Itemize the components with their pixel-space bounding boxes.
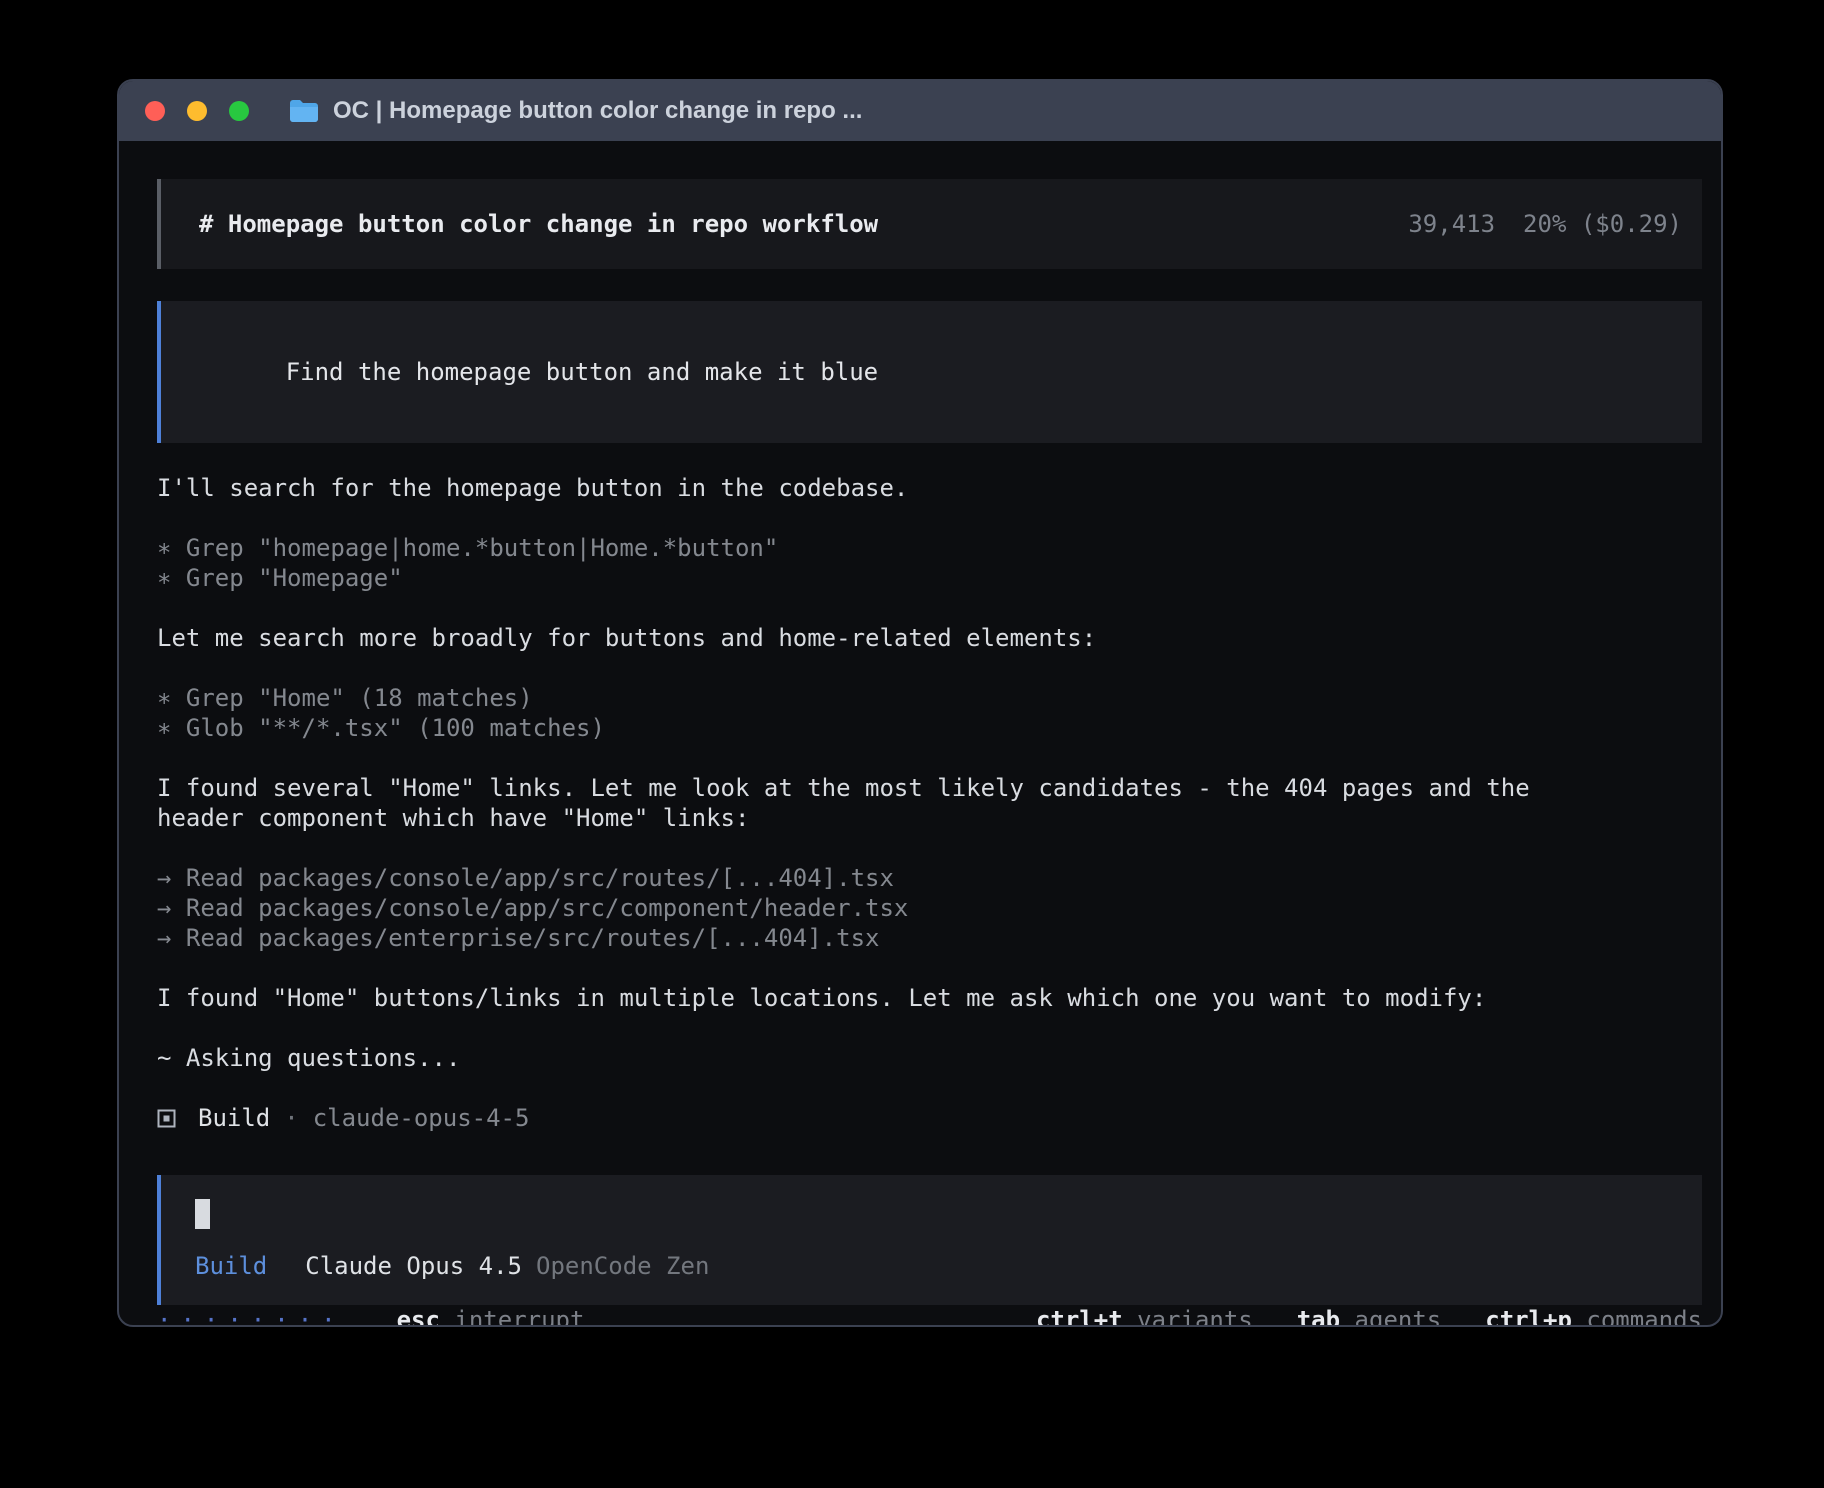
status-bar: ········ esc interrupt ctrl+t variants t…: [157, 1305, 1702, 1327]
tool-call-grep: ∗ Grep "homepage|home.*button|Home.*butt…: [157, 533, 1702, 563]
esc-label: interrupt: [454, 1306, 584, 1327]
commands-label: commands: [1586, 1306, 1702, 1327]
tab-key[interactable]: tab: [1297, 1306, 1340, 1327]
shortcut-agents[interactable]: tab agents: [1297, 1305, 1442, 1327]
terminal-content: # Homepage button color change in repo w…: [119, 141, 1721, 1327]
variants-label: variants: [1137, 1306, 1253, 1327]
folder-icon: [289, 99, 319, 123]
tool-call-group: → Read packages/console/app/src/routes/[…: [157, 863, 1702, 953]
window-controls: [145, 101, 249, 121]
tool-call-glob: ∗ Glob "**/*.tsx" (100 matches): [157, 713, 1702, 743]
tool-call-read: → Read packages/console/app/src/componen…: [157, 893, 1702, 923]
prompt-input[interactable]: Build Claude Opus 4.5 OpenCode Zen: [157, 1175, 1702, 1305]
session-stats: 39,413 20% ($0.29): [1408, 209, 1682, 239]
zoom-window-button[interactable]: [229, 101, 249, 121]
tool-call-read: → Read packages/console/app/src/routes/[…: [157, 863, 1702, 893]
titlebar[interactable]: OC | Homepage button color change in rep…: [119, 81, 1721, 141]
provider-name: OpenCode Zen: [536, 1251, 709, 1281]
agent-name: Build: [198, 1103, 270, 1133]
shortcut-commands[interactable]: ctrl+p commands: [1485, 1305, 1702, 1327]
terminal-window: OC | Homepage button color change in rep…: [117, 79, 1723, 1327]
shortcut-interrupt[interactable]: esc interrupt: [397, 1305, 585, 1327]
esc-key[interactable]: esc: [397, 1306, 440, 1327]
ctrl-p-key[interactable]: ctrl+p: [1485, 1306, 1572, 1327]
tool-call-group: ∗ Grep "homepage|home.*button|Home.*butt…: [157, 533, 1702, 593]
user-message: Find the homepage button and make it blu…: [157, 301, 1702, 443]
status-text: ~ Asking questions...: [157, 1043, 1547, 1073]
agent-separator: ·: [284, 1103, 298, 1133]
model-status-line: Build Claude Opus 4.5 OpenCode Zen: [195, 1251, 1678, 1281]
assistant-text: Let me search more broadly for buttons a…: [157, 623, 1547, 653]
agent-status-line: Build · claude-opus-4-5: [157, 1103, 1702, 1133]
assistant-text: I found several "Home" links. Let me loo…: [157, 773, 1547, 833]
tool-call-grep: ∗ Grep "Homepage": [157, 563, 1702, 593]
tool-call-grep: ∗ Grep "Home" (18 matches): [157, 683, 1702, 713]
close-window-button[interactable]: [145, 101, 165, 121]
tool-call-group: ∗ Grep "Home" (18 matches) ∗ Glob "**/*.…: [157, 683, 1702, 743]
agent-icon: [157, 1109, 176, 1128]
model-name: Claude Opus 4.5: [305, 1251, 522, 1281]
session-title: # Homepage button color change in repo w…: [199, 209, 878, 239]
tool-call-read: → Read packages/enterprise/src/routes/[.…: [157, 923, 1702, 953]
session-header: # Homepage button color change in repo w…: [157, 179, 1702, 269]
shortcut-variants[interactable]: ctrl+t variants: [1036, 1305, 1253, 1327]
status-bar-left: ········ esc interrupt: [157, 1305, 584, 1327]
token-count: 39,413: [1408, 209, 1495, 239]
ctrl-t-key[interactable]: ctrl+t: [1036, 1306, 1123, 1327]
status-bar-right: ctrl+t variants tab agents ctrl+p comman…: [1036, 1305, 1702, 1327]
user-message-text: Find the homepage button and make it blu…: [286, 358, 878, 386]
context-cost: 20% ($0.29): [1523, 209, 1682, 239]
text-cursor: [195, 1199, 210, 1229]
minimize-window-button[interactable]: [187, 101, 207, 121]
agent-model: claude-opus-4-5: [313, 1103, 530, 1133]
agents-label: agents: [1355, 1306, 1442, 1327]
assistant-text: I found "Home" buttons/links in multiple…: [157, 983, 1547, 1013]
spinner-dots: ········: [157, 1305, 345, 1327]
assistant-text: I'll search for the homepage button in t…: [157, 473, 1547, 503]
window-title: OC | Homepage button color change in rep…: [333, 97, 862, 125]
mode-indicator[interactable]: Build: [195, 1251, 267, 1281]
